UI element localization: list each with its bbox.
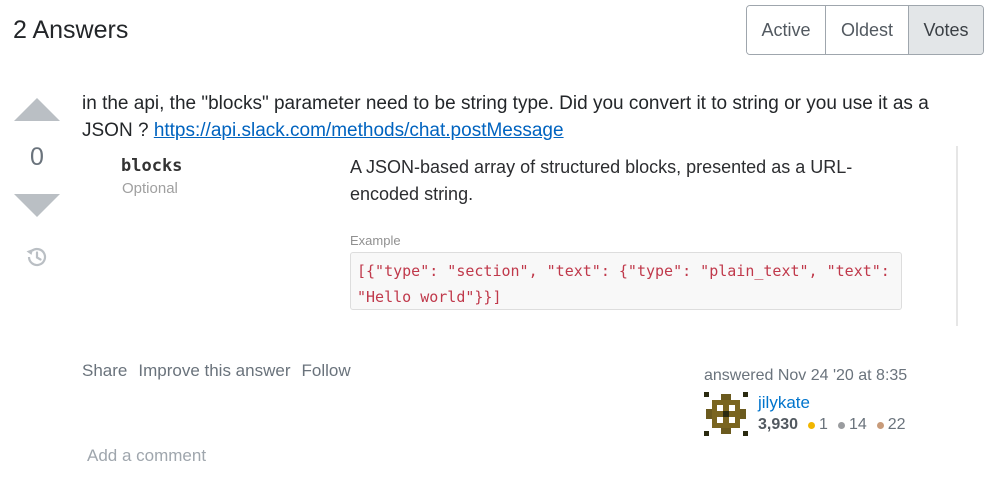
sort-active-button[interactable]: Active (747, 6, 826, 54)
vote-count: 0 (30, 143, 44, 171)
param-required: Optional (122, 180, 178, 197)
down-arrow-icon[interactable] (14, 194, 60, 217)
answers-page: 2 Answers Active Oldest Votes 0 in the a… (0, 0, 1000, 479)
bronze-badge-icon (876, 421, 884, 429)
silver-badge-count: 14 (848, 416, 867, 433)
silver-badge-icon (837, 421, 845, 429)
gold-badge-count: 1 (819, 416, 828, 433)
answered-time: answered Nov 24 '20 at 8:35 (704, 367, 908, 384)
param-name: blocks (121, 156, 183, 176)
post-menu: Share Improve this answer Follow (82, 361, 351, 381)
follow-link[interactable]: Follow (302, 361, 351, 381)
add-comment-link[interactable]: Add a comment (87, 446, 206, 466)
avatar[interactable] (704, 392, 748, 436)
sort-oldest-button[interactable]: Oldest (826, 6, 909, 54)
username-link[interactable]: jilykate (758, 393, 810, 413)
bronze-badge-count: 22 (887, 416, 906, 433)
sort-tabs: Active Oldest Votes (746, 5, 984, 55)
embedded-doc-screenshot: blocks Optional A JSON-based array of st… (100, 146, 960, 326)
reputation-row: 3,930 1 14 22 (758, 416, 910, 434)
improve-answer-link[interactable]: Improve this answer (138, 361, 290, 381)
gold-badge-icon (808, 421, 816, 429)
slack-api-link[interactable]: https://api.slack.com/methods/chat.postM… (154, 120, 564, 141)
answer-body: in the api, the "blocks" parameter need … (82, 90, 962, 144)
reputation-score: 3,930 (758, 416, 799, 433)
divider (956, 146, 958, 326)
up-arrow-icon[interactable] (14, 98, 60, 121)
user-card: answered Nov 24 '20 at 8:35 jilykate 3,9… (704, 366, 964, 436)
param-description: A JSON-based array of structured blocks,… (350, 157, 853, 204)
history-icon[interactable] (24, 244, 50, 270)
example-label: Example (350, 233, 401, 248)
answers-count-title: 2 Answers (13, 16, 129, 44)
sort-votes-button[interactable]: Votes (909, 6, 983, 54)
example-code: [{"type": "section", "text": {"type": "p… (350, 252, 902, 310)
share-link[interactable]: Share (82, 361, 127, 381)
